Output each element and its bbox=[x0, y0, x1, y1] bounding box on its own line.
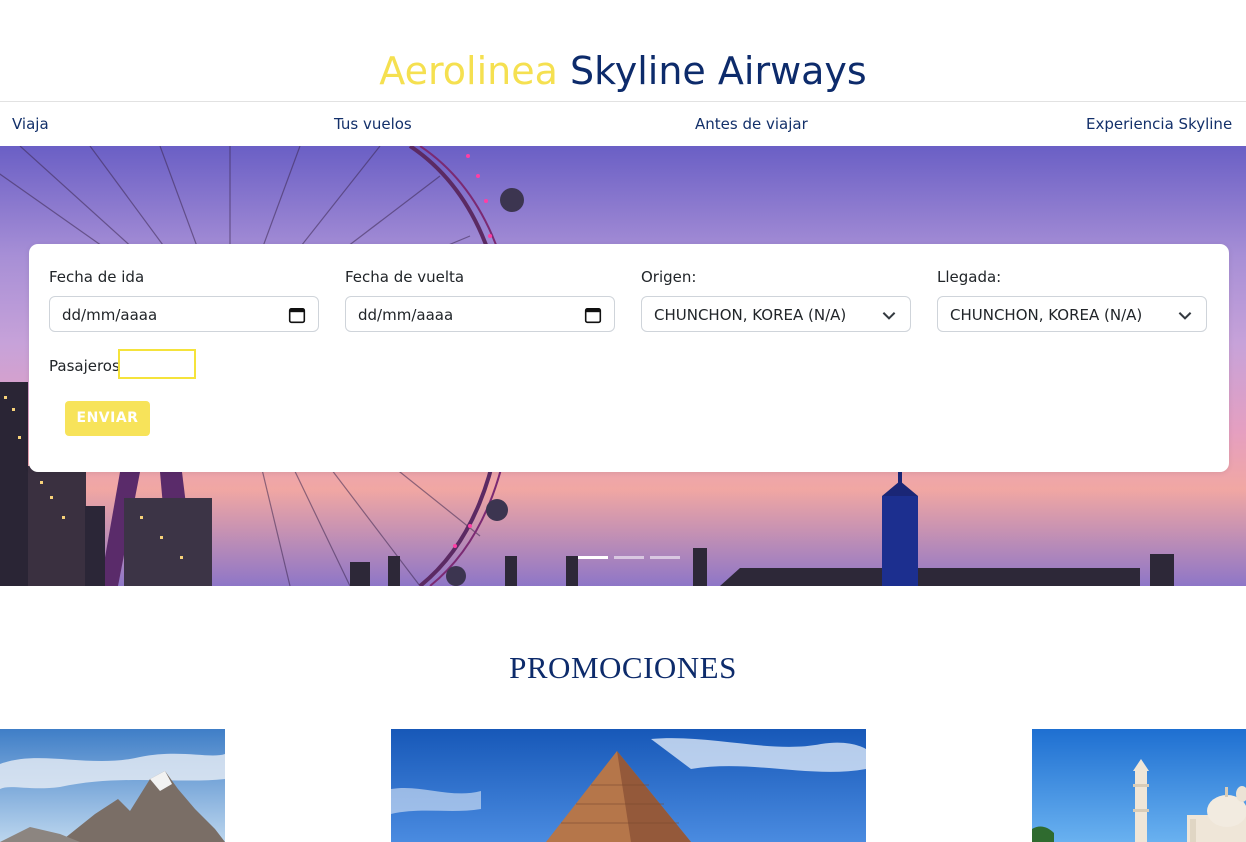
origen-select[interactable]: CHUNCHON, KOREA (N/A) bbox=[641, 296, 911, 332]
site-title: Aerolinea Skyline Airways bbox=[0, 48, 1246, 94]
llegada-value: CHUNCHON, KOREA (N/A) bbox=[950, 306, 1143, 324]
site-header: Aerolinea Skyline Airways bbox=[0, 0, 1246, 102]
fecha-ida-label: Fecha de ida bbox=[49, 268, 145, 286]
origen-value: CHUNCHON, KOREA (N/A) bbox=[654, 306, 847, 324]
promo-image-pyramid bbox=[391, 729, 866, 842]
nav-item-antes-de-viajar[interactable]: Antes de viajar bbox=[695, 115, 808, 133]
origen-label: Origen: bbox=[641, 268, 697, 286]
nav-item-experiencia-skyline[interactable]: Experiencia Skyline bbox=[1086, 115, 1232, 133]
nav-item-tus-vuelos[interactable]: Tus vuelos bbox=[334, 115, 412, 133]
flight-search-form bbox=[29, 244, 1229, 472]
llegada-label: Llegada: bbox=[937, 268, 1002, 286]
fecha-vuelta-input[interactable]: dd/mm/aaaa bbox=[345, 296, 615, 332]
llegada-select[interactable]: CHUNCHON, KOREA (N/A) bbox=[937, 296, 1207, 332]
promo-card-india[interactable] bbox=[1032, 729, 1246, 842]
fecha-ida-value: dd/mm/aaaa bbox=[62, 306, 158, 324]
fecha-vuelta-value: dd/mm/aaaa bbox=[358, 306, 454, 324]
nav-item-viaja[interactable]: Viaja bbox=[12, 115, 49, 133]
pasajeros-input[interactable] bbox=[118, 349, 196, 379]
brand-word-skyline: Skyline Airways bbox=[569, 49, 867, 93]
promo-image-taj-mahal bbox=[1032, 729, 1246, 842]
promo-card-egypt[interactable] bbox=[391, 729, 866, 842]
calendar-icon[interactable] bbox=[288, 306, 306, 324]
carousel-indicator-3[interactable] bbox=[650, 556, 680, 559]
fecha-vuelta-label: Fecha de vuelta bbox=[345, 268, 465, 286]
pasajeros-label: Pasajeros bbox=[49, 357, 120, 375]
promo-card-patagonia[interactable] bbox=[0, 729, 225, 842]
fecha-ida-input[interactable]: dd/mm/aaaa bbox=[49, 296, 319, 332]
calendar-icon[interactable] bbox=[584, 306, 602, 324]
main-nav: Viaja Tus vuelos Antes de viajar Experie… bbox=[0, 102, 1246, 146]
promotions-heading: PROMOCIONES bbox=[509, 650, 737, 685]
chevron-down-icon bbox=[1178, 312, 1192, 320]
enviar-button[interactable]: ENVIAR bbox=[65, 401, 150, 436]
promo-image-mountains bbox=[0, 729, 225, 842]
carousel-indicator-1[interactable] bbox=[578, 556, 608, 559]
chevron-down-icon bbox=[882, 312, 896, 320]
brand-word-aerolinea: Aerolinea bbox=[379, 49, 558, 93]
carousel-indicators bbox=[578, 556, 680, 559]
carousel-indicator-2[interactable] bbox=[614, 556, 644, 559]
